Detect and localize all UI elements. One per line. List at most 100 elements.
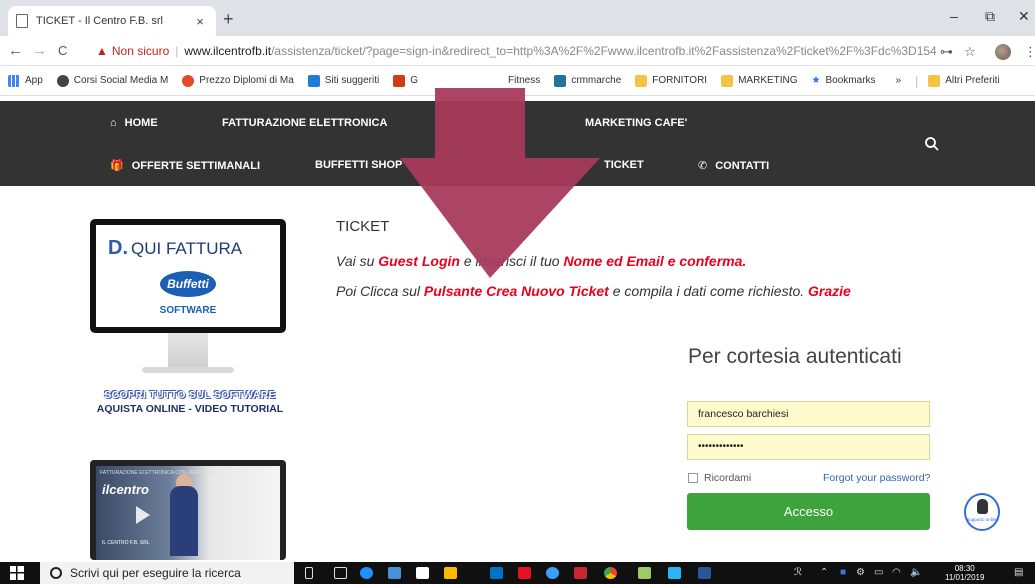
- remember-me[interactable]: Ricordami: [688, 472, 751, 484]
- wordpress-icon: [554, 74, 567, 87]
- monitor-display: D. QUI FATTURA Buffetti SOFTWARE: [96, 225, 280, 327]
- nav-contatti[interactable]: ✆ CONTATTI: [698, 159, 769, 172]
- bookmark-folder[interactable]: MARKETING: [721, 74, 798, 87]
- support-online-widget[interactable]: Supporto online: [964, 493, 1000, 531]
- store-icon[interactable]: [444, 567, 457, 579]
- support-agent-icon: [977, 499, 988, 514]
- bookmark-item[interactable]: App: [8, 74, 43, 87]
- volume-icon[interactable]: 🔈: [910, 567, 922, 578]
- tray-app-icon[interactable]: ⚙: [856, 567, 865, 578]
- explorer-icon[interactable]: [388, 567, 401, 579]
- bookmark-item[interactable]: ★ Bookmarks: [812, 75, 876, 86]
- monitor-stand: [168, 333, 208, 369]
- edge-icon[interactable]: [360, 567, 373, 579]
- bing-icon: [307, 74, 320, 87]
- password-field[interactable]: •••••••••••••: [687, 434, 930, 460]
- app-icon[interactable]: [574, 567, 587, 579]
- search-icon[interactable]: [924, 136, 940, 152]
- nav-offerte[interactable]: 🎁 OFFERTE SETTIMANALI: [110, 159, 260, 172]
- forgot-password-link[interactable]: Forgot your password?: [823, 472, 930, 484]
- login-title: Per cortesia autenticati: [688, 345, 902, 368]
- folder-icon: [721, 74, 734, 87]
- monitor-base: [142, 367, 234, 373]
- mail-icon[interactable]: [416, 567, 429, 579]
- username-field[interactable]: francesco barchiesi: [687, 401, 930, 427]
- remember-label: Ricordami: [704, 472, 752, 484]
- bookmark-item[interactable]: Prezzo Diplomi di Ma: [182, 74, 294, 87]
- video-logo: ilcentro: [102, 482, 149, 497]
- browser-tab[interactable]: TICKET - Il Centro F.B. srl ×: [8, 6, 216, 36]
- url-path: /assistenza/ticket/?page=sign-in&redirec…: [271, 44, 936, 58]
- buffetti-logo: Buffetti: [160, 271, 216, 297]
- nav-buffetti-shop[interactable]: BUFFETTI SHOP: [315, 159, 402, 171]
- windows-start-icon[interactable]: [10, 566, 24, 580]
- word-icon[interactable]: [698, 567, 711, 579]
- bookmark-item[interactable]: Siti suggeriti: [307, 74, 379, 87]
- profile-avatar[interactable]: [995, 44, 1011, 60]
- notifications-icon[interactable]: ▤: [1014, 567, 1023, 578]
- cortana-icon: [50, 567, 62, 579]
- bookmark-favicon: [56, 74, 69, 87]
- reload-button[interactable]: C: [58, 43, 67, 58]
- app-icon[interactable]: [638, 567, 651, 579]
- restore-button[interactable]: ⧉: [985, 8, 995, 25]
- phone-icon: ✆: [698, 160, 708, 172]
- app-icon[interactable]: [546, 567, 559, 579]
- bookmark-favicon: [393, 74, 406, 87]
- bookmark-item[interactable]: Fitness: [508, 75, 540, 86]
- home-icon: ⌂: [110, 117, 117, 129]
- back-button[interactable]: ←: [8, 42, 23, 59]
- page-icon: [16, 14, 28, 28]
- address-bar-row: ← → C ▲ Non sicuro | www.ilcentrofb.it /…: [0, 36, 1035, 66]
- bookmark-favicon: [182, 74, 195, 87]
- people-icon[interactable]: ℛ: [794, 567, 802, 578]
- qui-fattura-banner[interactable]: D. QUI FATTURA Buffetti SOFTWARE: [90, 219, 286, 377]
- instruction-line-2: Poi Clicca sul Pulsante Crea Nuovo Ticke…: [336, 283, 851, 299]
- gift-icon: 🎁: [110, 160, 124, 172]
- task-view-icon[interactable]: [334, 567, 347, 579]
- nav-marketing-cafe[interactable]: MARKETING CAFE': [585, 117, 687, 129]
- bookmark-item[interactable]: G: [393, 74, 418, 87]
- tab-close-icon[interactable]: ×: [192, 14, 208, 29]
- close-window-button[interactable]: ✕: [1018, 8, 1030, 25]
- nav-ticket[interactable]: TICKET: [604, 159, 644, 171]
- bookmark-folder[interactable]: FORNITORI: [635, 74, 707, 87]
- menu-icon[interactable]: ⋮: [1024, 44, 1035, 60]
- microphone-icon[interactable]: [305, 567, 313, 579]
- chrome-icon[interactable]: [604, 567, 617, 579]
- tab-title: TICKET - Il Centro F.B. srl: [36, 15, 163, 27]
- taskbar-search-input[interactable]: Scrivi qui per eseguire la ricerca: [40, 562, 294, 584]
- tray-app-icon[interactable]: ■: [840, 567, 846, 578]
- taskbar-clock[interactable]: 08:30 11/01/2019: [945, 564, 984, 582]
- monitor-screen: D. QUI FATTURA Buffetti SOFTWARE: [90, 219, 286, 333]
- remember-checkbox[interactable]: [688, 473, 698, 483]
- video-tutorial-thumbnail[interactable]: FATTURAZIONE ELETTRONICA CON ZERO EURO i…: [90, 460, 286, 560]
- folder-icon: [635, 74, 648, 87]
- support-label: Supporto online: [966, 517, 998, 522]
- more-bookmarks-button[interactable]: »: [896, 75, 902, 86]
- url-input[interactable]: ▲ Non sicuro | www.ilcentrofb.it /assist…: [96, 40, 936, 62]
- bookmark-item[interactable]: crmmarche: [554, 74, 621, 87]
- wifi-icon[interactable]: ◠: [892, 567, 901, 578]
- login-button[interactable]: Accesso: [687, 493, 930, 530]
- forward-button[interactable]: →: [32, 42, 47, 59]
- new-tab-button[interactable]: +: [223, 9, 234, 30]
- video-frame: FATTURAZIONE ELETTRONICA CON ZERO EURO i…: [96, 466, 280, 560]
- bookmark-folder[interactable]: Altri Preferiti: [928, 74, 1000, 87]
- nav-fatturazione[interactable]: FATTURAZIONE ELETTRONICA: [222, 117, 387, 129]
- nav-home[interactable]: ⌂ HOME: [110, 117, 158, 129]
- scopri-link[interactable]: SCOPRI TUTTO SUL SOFTWARE AQUISTA ONLINE…: [90, 389, 290, 415]
- security-status[interactable]: Non sicuro: [112, 44, 169, 58]
- minimize-button[interactable]: –: [950, 8, 958, 24]
- warning-icon: ▲: [96, 44, 108, 58]
- app-icon[interactable]: [518, 567, 531, 579]
- bookmark-separator: |: [915, 73, 919, 88]
- play-icon[interactable]: [136, 506, 150, 524]
- battery-icon[interactable]: ▭: [874, 567, 883, 578]
- key-icon[interactable]: ⊶: [940, 44, 953, 60]
- star-icon[interactable]: ☆: [964, 44, 976, 60]
- tray-chevron-icon[interactable]: ⌃: [820, 567, 828, 578]
- outlook-icon[interactable]: [490, 567, 503, 579]
- wifi-app-icon[interactable]: [668, 567, 681, 579]
- bookmark-item[interactable]: Corsi Social Media M: [56, 74, 168, 87]
